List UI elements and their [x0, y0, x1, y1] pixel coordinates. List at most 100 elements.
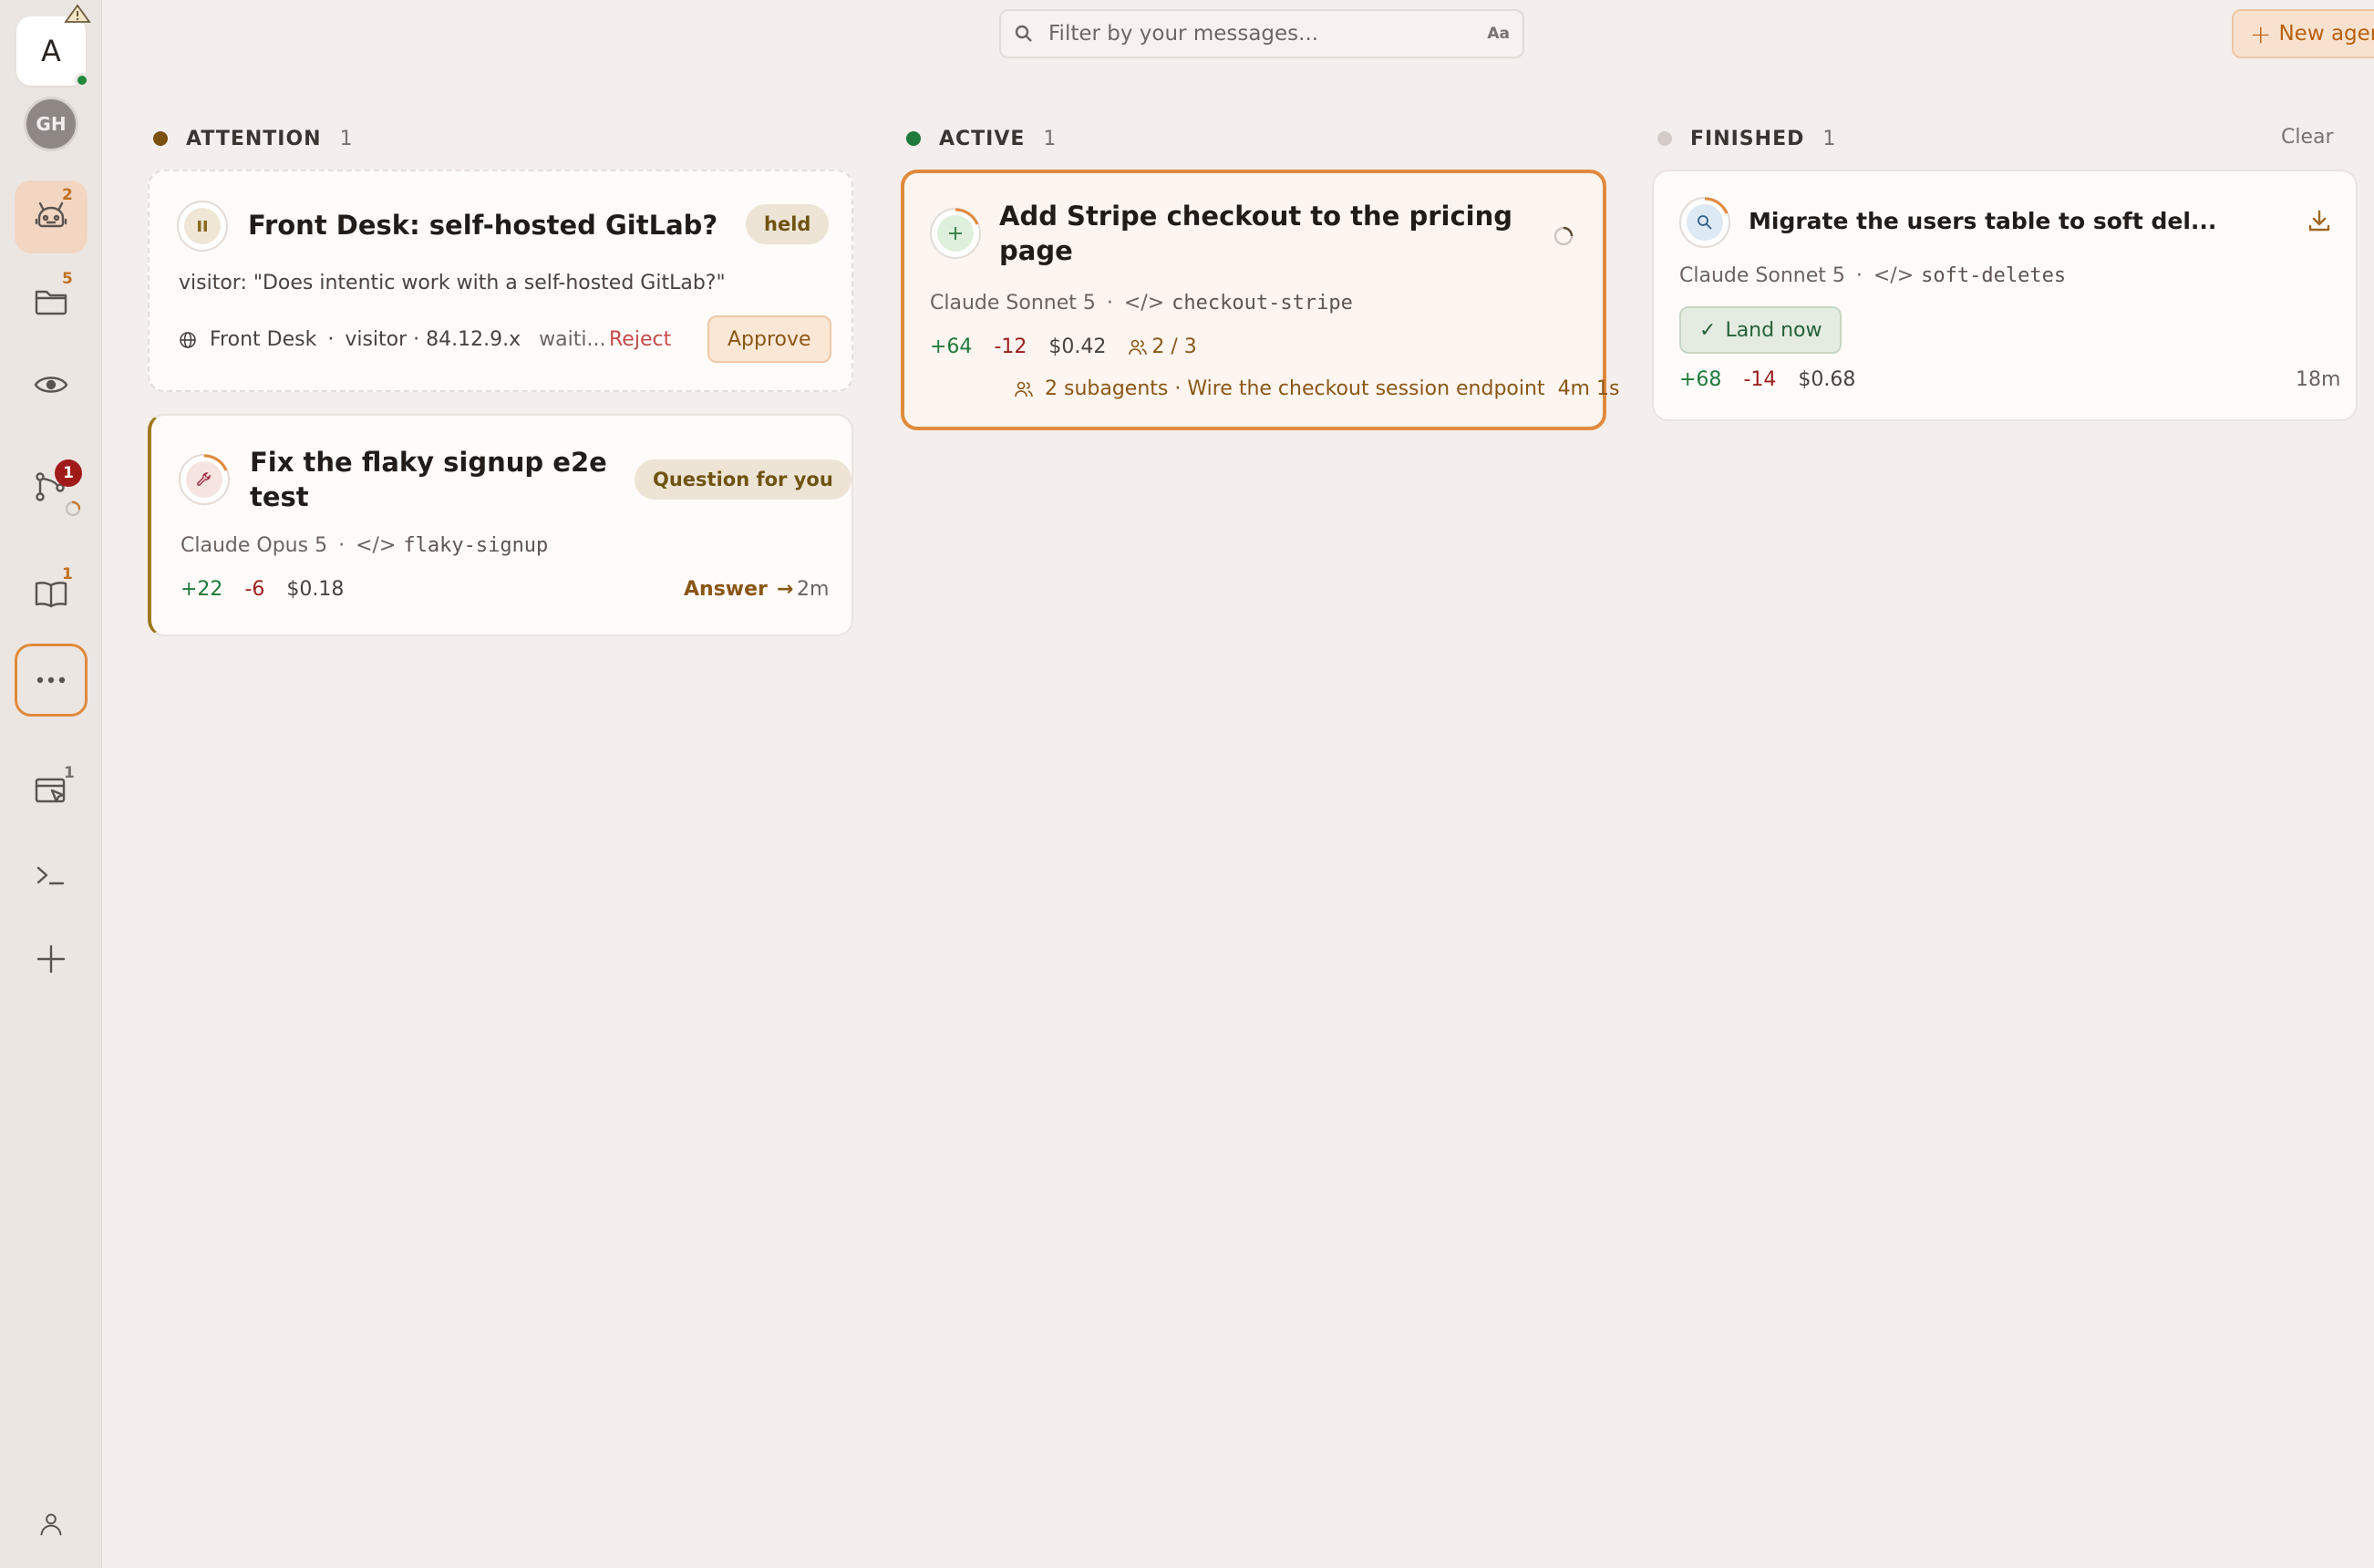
search-input[interactable] [1048, 22, 1488, 46]
card-title: Migrate the users table to soft del... [1749, 208, 2217, 234]
deletions: -6 [244, 578, 265, 601]
plus-icon: + [2250, 18, 2272, 49]
column-header-finished: FINISHED 1 [1657, 124, 1836, 153]
branch-name: soft-deletes [1921, 264, 2067, 287]
new-agent-label: New agent [2278, 22, 2374, 46]
column-count: 1 [1822, 127, 1837, 150]
model-name: Claude Sonnet 5 [930, 292, 1096, 315]
column-header-active: ACTIVE 1 [906, 124, 1057, 153]
cost: $0.42 [1048, 335, 1107, 358]
cost: $0.18 [286, 578, 345, 601]
more-button[interactable] [15, 644, 88, 717]
model-name: Claude Opus 5 [181, 534, 328, 557]
match-case-toggle[interactable]: Aa [1487, 25, 1510, 43]
avatar-initials: GH [36, 113, 67, 135]
agent-card-front-desk[interactable]: Front Desk: self-hosted GitLab? held vis… [148, 170, 853, 392]
source-label: Front Desk [210, 328, 317, 351]
paused-status [177, 201, 228, 252]
card-meta: Front Desk · visitor · 84.12.9.x waiti..… [179, 328, 605, 351]
agent-card-stripe[interactable]: Add Stripe checkout to the pricing page … [901, 170, 1619, 430]
elapsed-time: 18m [2296, 368, 2341, 391]
reviews-badge: 1 [55, 459, 82, 487]
add-button[interactable] [15, 923, 88, 995]
avatar[interactable]: GH [24, 97, 78, 151]
branch-name: checkout-stripe [1172, 292, 1353, 315]
download-icon[interactable] [2307, 208, 2332, 233]
new-agent-button[interactable]: + New agent [2232, 9, 2374, 58]
card-title-line: test [250, 481, 309, 512]
more-horizontal-icon [36, 676, 66, 684]
column-label: FINISHED [1690, 127, 1805, 150]
pause-icon [198, 221, 207, 232]
sidebar-item-profile[interactable] [15, 1488, 88, 1561]
reject-button[interactable]: Reject [609, 328, 671, 351]
search-bar[interactable]: Aa [999, 9, 1524, 58]
card-title: Add Stripe checkout to the pricing page [999, 199, 1512, 268]
card-title: Front Desk: self-hosted GitLab? [248, 210, 718, 241]
plus-icon [36, 944, 66, 974]
sidebar-item-reviews[interactable]: 1 [15, 450, 88, 523]
docs-badge: 1 [62, 565, 73, 583]
card-meta: Claude Opus 5 · </> flaky-signup [181, 534, 549, 557]
online-status-dot [75, 73, 89, 88]
model-name: Claude Sonnet 5 [1679, 264, 1845, 287]
card-title: Fix the flaky signup e2e test [250, 445, 607, 514]
sidebar-item-terminal[interactable] [15, 839, 88, 912]
attention-dot [153, 131, 168, 146]
clear-finished-button[interactable]: Clear [2281, 126, 2334, 149]
user-icon [40, 1513, 62, 1536]
progress-ring-icon [203, 454, 228, 471]
subagents-status[interactable]: 2 subagents · Wire the checkout session … [1014, 377, 1619, 400]
sidebar-item-agents[interactable]: 2 [15, 181, 88, 253]
warning-icon [64, 4, 91, 23]
active-dot [906, 131, 921, 146]
card-meta: Claude Sonnet 5 · </> checkout-stripe [930, 292, 1353, 315]
agents-badge: 2 [62, 186, 73, 204]
sidebar-item-docs[interactable]: 1 [15, 558, 88, 631]
deletions: -12 [994, 335, 1027, 358]
progress-ring-icon [955, 208, 979, 225]
users-icon [1129, 339, 1148, 355]
spinner-icon [1553, 226, 1574, 246]
subagents-ratio: 2 / 3 [1151, 335, 1197, 358]
globe-icon [180, 331, 196, 348]
eye-icon [34, 377, 68, 393]
land-now-button[interactable]: ✓ Land now [1679, 306, 1842, 354]
card-meta: Claude Sonnet 5 · </> soft-deletes [1679, 264, 2067, 287]
visitor-message: visitor: "Does intentic work with a self… [179, 272, 726, 294]
deletions: -14 [1743, 368, 1777, 391]
approve-button[interactable]: Approve [707, 315, 831, 363]
search-icon [1015, 25, 1032, 42]
workspace-initial: A [41, 34, 61, 68]
progress-ring-icon [1704, 197, 1729, 214]
column-label: ACTIVE [939, 127, 1026, 150]
agent-card-flaky-signup[interactable]: Fix the flaky signup e2e test Question f… [148, 414, 853, 636]
spinner-icon [65, 500, 81, 517]
agent-card-migrate[interactable]: Migrate the users table to soft del... C… [1652, 170, 2358, 421]
column-count: 1 [339, 127, 354, 150]
card-title-line: Add Stripe checkout to the pricing [999, 201, 1512, 232]
column-count: 1 [1043, 127, 1058, 150]
sidebar-item-browser[interactable]: 1 [15, 755, 88, 828]
status-badge: held [746, 204, 830, 244]
answer-button[interactable]: Answer → [684, 578, 793, 601]
arrow-right-icon: → [776, 578, 794, 601]
additions: +68 [1679, 368, 1722, 391]
subagents-count: 2 / 3 [1128, 335, 1218, 358]
column-label: ATTENTION [186, 127, 322, 150]
code-icon: </> [356, 534, 397, 557]
finished-dot [1657, 131, 1672, 146]
code-icon: </> [1123, 292, 1165, 315]
additions: +22 [181, 578, 223, 601]
cost: $0.68 [1798, 368, 1856, 391]
diff-stats: +22 -6 $0.18 [181, 578, 366, 601]
sidebar-item-projects[interactable]: 5 [15, 264, 88, 337]
visitor-info: visitor · 84.12.9.x [345, 328, 521, 351]
browser-badge: 1 [64, 764, 75, 782]
sidebar: A GH 2 5 1 1 1 [0, 0, 102, 1568]
card-title-line: Fix the flaky signup e2e [250, 447, 607, 478]
sidebar-item-watch[interactable] [15, 348, 88, 421]
terminal-icon [36, 866, 65, 885]
question-status [179, 454, 230, 505]
branch-name: flaky-signup [403, 534, 549, 557]
